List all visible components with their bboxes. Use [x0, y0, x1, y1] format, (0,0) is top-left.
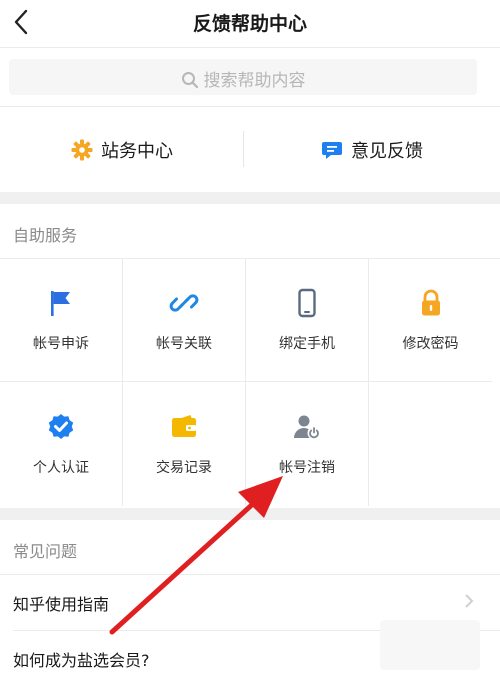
faq-item-label: 如何成为盐选会员? — [13, 651, 150, 670]
chevron-right-icon — [465, 594, 474, 608]
link-icon — [169, 294, 199, 312]
search-section: 搜索帮助内容 — [0, 48, 500, 107]
grid-item-label: 修改密码 — [402, 336, 459, 352]
faq-title: 常见问题 — [13, 542, 78, 561]
grid-item-account-appeal[interactable]: 帐号申诉 — [0, 258, 123, 382]
blurred-region — [380, 620, 480, 670]
grid-item-label: 帐号申诉 — [33, 336, 89, 352]
grid-empty-cell — [369, 382, 492, 506]
feedback-button[interactable]: 意见反馈 — [244, 107, 500, 192]
grid-item-account-deletion[interactable]: 帐号注销 — [246, 382, 369, 506]
verified-badge-icon — [48, 414, 74, 439]
search-placeholder: 搜索帮助内容 — [203, 71, 306, 91]
grid-item-bind-phone[interactable]: 绑定手机 — [246, 258, 369, 382]
self-service-title: 自助服务 — [13, 226, 78, 245]
grid-item-label: 个人认证 — [33, 460, 89, 476]
user-power-icon — [294, 415, 321, 440]
chat-bubble-icon — [322, 141, 342, 159]
grid-item-label: 绑定手机 — [279, 336, 335, 352]
grid-item-label: 交易记录 — [156, 460, 212, 476]
section-gap — [0, 192, 500, 204]
grid-item-transaction-records[interactable]: 交易记录 — [123, 382, 246, 506]
search-icon — [181, 72, 198, 89]
gear-icon — [71, 139, 93, 160]
grid-item-label: 帐号关联 — [156, 336, 212, 352]
grid-item-change-password[interactable]: 修改密码 — [369, 258, 492, 382]
lock-icon — [421, 289, 440, 316]
station-center-label: 站务中心 — [101, 140, 173, 162]
phone-icon — [298, 288, 316, 318]
station-center-button[interactable]: 站务中心 — [0, 107, 244, 192]
wallet-icon — [171, 415, 196, 437]
grid-item-personal-verification[interactable]: 个人认证 — [0, 382, 123, 506]
grid-item-account-link[interactable]: 帐号关联 — [123, 258, 246, 382]
grid-item-label: 帐号注销 — [279, 460, 335, 476]
faq-item-label: 知乎使用指南 — [13, 595, 110, 614]
flag-icon — [51, 291, 70, 316]
page-title: 反馈帮助中心 — [192, 13, 307, 35]
section-gap — [0, 508, 500, 520]
feedback-label: 意见反馈 — [351, 140, 423, 162]
self-service-grid: 帐号申诉 帐号关联 绑定手机 修改密码 个人认证 交易记录 帐号注销 — [0, 258, 492, 508]
header-bar: 反馈帮助中心 — [0, 0, 500, 48]
quick-actions: 站务中心 意见反馈 — [0, 107, 500, 192]
search-input[interactable]: 搜索帮助内容 — [9, 59, 477, 95]
